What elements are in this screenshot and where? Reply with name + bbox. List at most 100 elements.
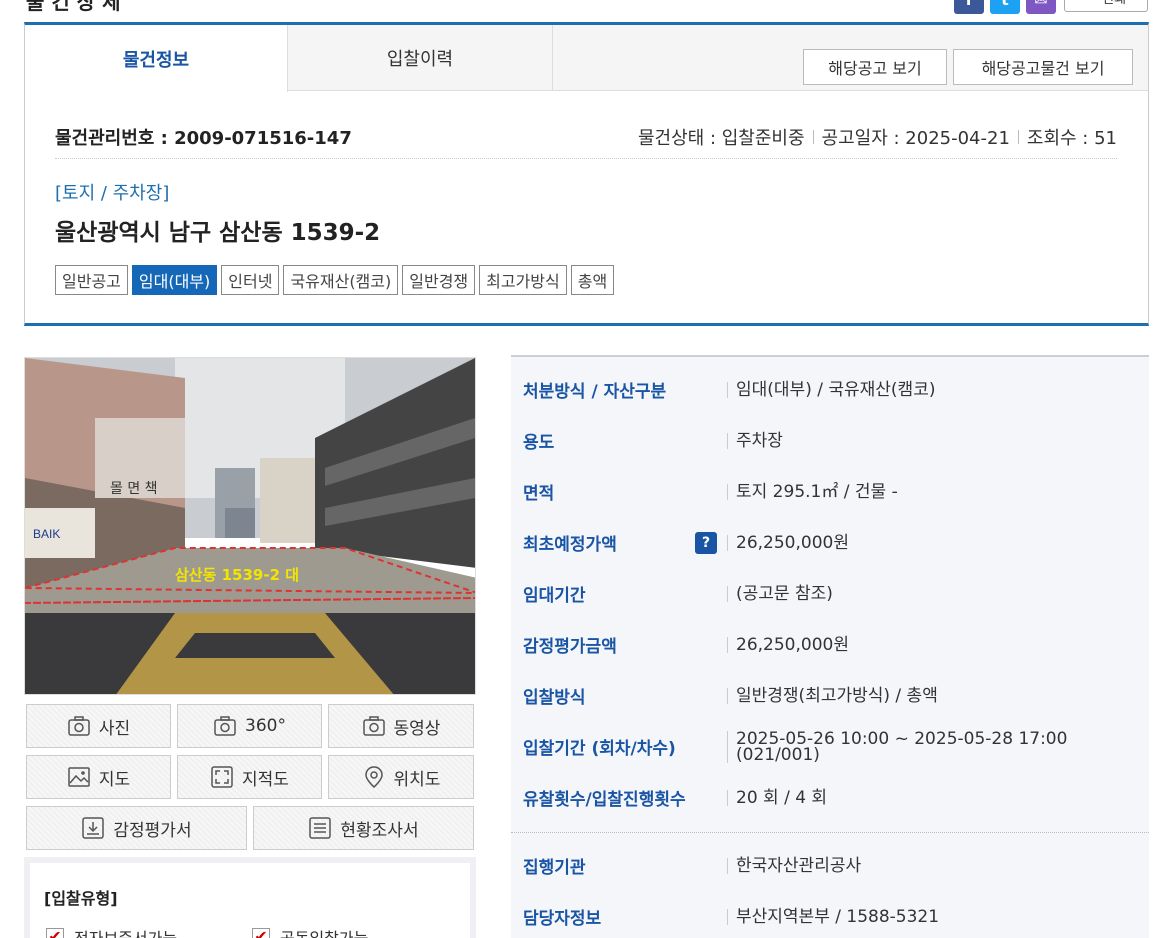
tab-bar: 물건정보 입찰이력 해당공고 보기 해당공고물건 보기	[25, 25, 1148, 92]
electronic-guarantee-option: ✔ 전자보증서가능	[46, 925, 177, 938]
camera-icon	[214, 716, 236, 736]
download-icon	[82, 817, 105, 839]
appraisal-report-button[interactable]: 감정평가서	[26, 806, 247, 850]
video-label: 동영상	[393, 718, 441, 739]
appraisal-report-label: 감정평가서	[113, 820, 192, 841]
detail-row: 집행기관 한국자산관리공사	[511, 840, 1149, 891]
mail-share-icon[interactable]: ✉	[1026, 0, 1056, 14]
cadastral-map-button[interactable]: 지적도	[177, 755, 322, 799]
photo-button[interactable]: 사진	[26, 704, 171, 748]
details-table: 처분방식 / 자산구분 임대(대부) / 국유재산(캠코) 용도 주차장 면적 …	[511, 355, 1149, 938]
facebook-share-icon[interactable]: f	[954, 0, 984, 14]
detail-value: 한국자산관리공사	[727, 857, 861, 874]
view-360-button[interactable]: 360°	[177, 704, 322, 748]
detail-label: 입찰방식	[523, 688, 586, 708]
detail-label: 최초예정가액	[523, 535, 617, 555]
photo-label: 사진	[98, 718, 131, 739]
detail-value: 일반경쟁(최고가방식) / 총액	[727, 687, 938, 704]
item-meta: 물건상태 : 입찰준비중 공고일자 : 2025-04-21 조회수 : 51	[638, 124, 1117, 150]
detail-label: 입찰기간 (회차/차수)	[523, 739, 676, 759]
detail-label: 유찰횟수/입찰진행횟수	[523, 790, 686, 810]
tag: 일반공고	[55, 265, 128, 295]
view-360-label: 360°	[245, 716, 286, 736]
list-icon	[309, 817, 332, 839]
checkbox-checked-icon: ✔	[252, 928, 270, 938]
photo-overlay-text: 삼산동 1539-2 대	[175, 566, 299, 584]
detail-label: 면적	[523, 484, 555, 504]
detail-row: 면적 토지 295.1㎡ / 건물 -	[511, 466, 1149, 517]
map-label: 지도	[98, 769, 131, 790]
detail-row: 입찰기간 (회차/차수) 2025-05-26 10:00 ~ 2025-05-…	[511, 721, 1149, 772]
tag: 총액	[570, 265, 615, 295]
survey-report-button[interactable]: 현황조사서	[253, 806, 474, 850]
detail-row: 임대기간 (공고문 참조)	[511, 568, 1149, 619]
bid-type-inner: [입찰유형] ✔ 전자보증서가능 ✔ 공동입찰가능	[30, 863, 470, 938]
camera-icon	[68, 716, 90, 736]
detail-label: 용도	[523, 433, 555, 453]
divider	[511, 832, 1149, 833]
item-id-row: 물건관리번호 : 2009-071516-147 물건상태 : 입찰준비중 공고…	[55, 115, 1117, 159]
location-pin-icon	[364, 766, 383, 788]
street-photo-illustration: BAIK 몰 면 책 삼산동 1539-2 대	[25, 358, 475, 694]
item-info-box: 물건정보 입찰이력 해당공고 보기 해당공고물건 보기 물건관리번호 : 200…	[24, 22, 1149, 326]
bid-type-panel: [입찰유형] ✔ 전자보증서가능 ✔ 공동입찰가능	[24, 857, 476, 938]
tab-bid-history[interactable]: 입찰이력	[288, 25, 553, 91]
tag-list: 일반공고 임대(대부) 인터넷 국유재산(캠코) 일반경쟁 최고가방식 총액	[55, 265, 615, 295]
detail-value: 주차장	[727, 432, 783, 449]
detail-label: 담당자정보	[523, 909, 602, 929]
detail-row: 최초예정가액 ? 26,250,000원	[511, 517, 1149, 568]
survey-report-label: 현황조사서	[340, 820, 419, 841]
view-count: 조회수 : 51	[1026, 127, 1117, 149]
print-button[interactable]: 🖶 인쇄	[1064, 0, 1148, 12]
tag: 국유재산(캠코)	[283, 265, 399, 295]
tag: 최고가방식	[479, 265, 567, 295]
camera-icon	[362, 716, 385, 736]
detail-label: 임대기간	[523, 586, 586, 606]
property-photo[interactable]: BAIK 몰 면 책 삼산동 1539-2 대	[24, 357, 476, 695]
page-title: 물 건 상 세	[26, 0, 121, 14]
left-sign-text: BAIK	[33, 527, 60, 541]
twitter-share-icon[interactable]: t	[990, 0, 1020, 14]
image-icon	[68, 767, 90, 787]
item-category: [토지 / 주차장]	[55, 183, 170, 204]
tag: 일반경쟁	[402, 265, 476, 295]
location-map-button[interactable]: 위치도	[328, 755, 474, 799]
tag: 인터넷	[221, 265, 280, 295]
detail-value: 토지 295.1㎡ / 건물 -	[727, 483, 898, 500]
printer-icon: 🖶	[1086, 0, 1098, 7]
joint-bid-option: ✔ 공동입찰가능	[252, 925, 368, 938]
detail-row: 유찰횟수/입찰진행횟수 20 회 / 4 회	[511, 772, 1149, 823]
detail-row: 담당자정보 부산지역본부 / 1588-5321	[511, 891, 1149, 938]
map-button[interactable]: 지도	[26, 755, 171, 799]
detail-value: 부산지역본부 / 1588-5321	[727, 908, 939, 925]
detail-label: 처분방식 / 자산구분	[523, 382, 667, 402]
help-icon[interactable]: ?	[695, 531, 717, 554]
view-notice-items-button[interactable]: 해당공고물건 보기	[953, 49, 1133, 85]
view-notice-button[interactable]: 해당공고 보기	[803, 49, 947, 85]
joint-bid-label: 공동입찰가능	[280, 925, 368, 938]
electronic-guarantee-label: 전자보증서가능	[74, 925, 177, 938]
cadastral-map-label: 지적도	[242, 769, 289, 790]
detail-value: 26,250,000원	[727, 534, 849, 551]
location-map-label: 위치도	[393, 769, 441, 790]
tab-item-info[interactable]: 물건정보	[25, 25, 288, 92]
detail-label: 감정평가금액	[523, 637, 617, 657]
detail-row: 감정평가금액 26,250,000원	[511, 619, 1149, 670]
shop-sign-text: 몰 면 책	[110, 481, 158, 497]
expand-icon	[211, 766, 233, 788]
detail-value: 26,250,000원	[727, 636, 849, 653]
bid-type-title: [입찰유형]	[44, 889, 118, 908]
detail-value: (공고문 참조)	[727, 585, 833, 602]
notice-date: 공고일자 : 2025-04-21	[821, 127, 1010, 149]
detail-row: 입찰방식 일반경쟁(최고가방식) / 총액	[511, 670, 1149, 721]
print-label: 인쇄	[1102, 0, 1126, 7]
checkbox-checked-icon: ✔	[46, 928, 64, 938]
detail-value: 임대(대부) / 국유재산(캠코)	[727, 381, 935, 398]
video-button[interactable]: 동영상	[328, 704, 474, 748]
detail-value: 2025-05-26 10:00 ~ 2025-05-28 17:00 (021…	[727, 730, 1149, 763]
detail-label: 집행기관	[523, 858, 586, 878]
detail-row: 처분방식 / 자산구분 임대(대부) / 국유재산(캠코)	[511, 364, 1149, 415]
detail-row: 용도 주차장	[511, 415, 1149, 466]
item-status: 물건상태 : 입찰준비중	[638, 127, 805, 149]
detail-value: 20 회 / 4 회	[727, 789, 827, 806]
